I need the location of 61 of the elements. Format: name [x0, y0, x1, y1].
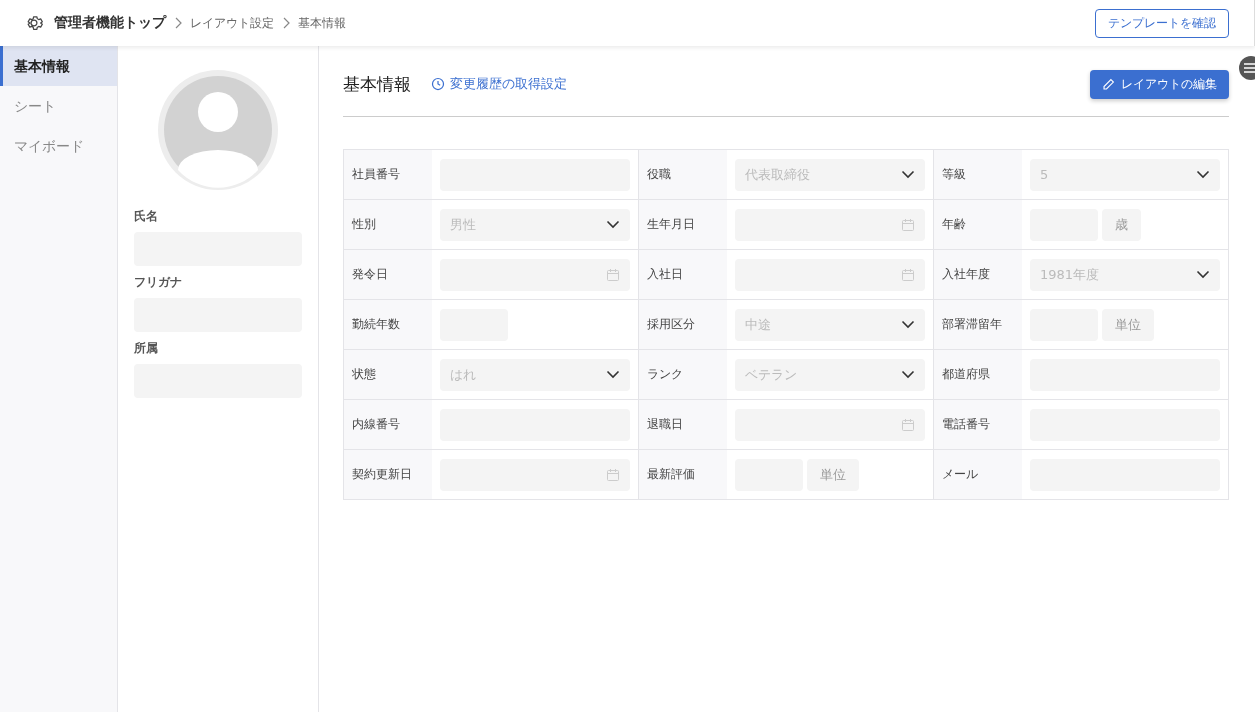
calendar-icon: [606, 467, 620, 482]
calendar-icon: [606, 267, 620, 282]
field-label: メール: [934, 450, 1022, 499]
date-field[interactable]: [440, 258, 630, 291]
sidebar-item[interactable]: 基本情報: [0, 46, 117, 86]
field-label: ランク: [639, 350, 727, 399]
field-label: フリガナ: [134, 274, 183, 291]
template-button[interactable]: テンプレートを確認: [1095, 8, 1229, 38]
field-label: 退職日: [639, 400, 727, 449]
chevron-down-icon: [901, 370, 915, 379]
chevron-down-icon: [901, 320, 915, 329]
field-label: 状態: [344, 350, 432, 399]
unit-label: 歳: [1102, 208, 1141, 241]
field-label: 内線番号: [344, 400, 432, 449]
calendar-icon: [901, 267, 915, 282]
field-label: 役職: [639, 150, 727, 199]
sidebar-item[interactable]: マイボード: [0, 126, 117, 166]
chevron-down-icon: [1196, 170, 1210, 179]
date-field[interactable]: [735, 258, 925, 291]
unit-label: 単位: [1102, 308, 1154, 341]
select-field[interactable]: 1981年度: [1030, 258, 1220, 291]
field-label: 部署滞留年: [934, 300, 1022, 349]
chevron-right-icon: [174, 17, 182, 29]
calendar-icon: [901, 417, 915, 432]
date-field[interactable]: [735, 408, 925, 441]
field-label: 採用区分: [639, 300, 727, 349]
breadcrumb-current: 基本情報: [298, 14, 346, 32]
field-label: 生年月日: [639, 200, 727, 249]
chevron-down-icon: [1196, 270, 1210, 279]
breadcrumb-link[interactable]: 管理者機能トップ: [54, 14, 166, 32]
field-label: 氏名: [134, 208, 159, 225]
edit-layout-button[interactable]: レイアウトの編集: [1090, 69, 1229, 99]
field-label: 電話番号: [934, 400, 1022, 449]
chevron-right-icon: [282, 17, 290, 29]
calendar-icon: [901, 217, 915, 232]
field-label: 社員番号: [344, 150, 432, 199]
date-field[interactable]: [440, 458, 630, 491]
history-settings-link[interactable]: 変更履歴の取得設定: [431, 75, 567, 93]
pencil-icon: [1102, 77, 1115, 91]
field-label: 契約更新日: [344, 450, 432, 499]
date-field[interactable]: [735, 208, 925, 241]
field-label: 年齢: [934, 200, 1022, 249]
field-label: 性別: [344, 200, 432, 249]
chevron-down-icon: [606, 220, 620, 229]
section-title: 基本情報: [343, 72, 411, 96]
select-field[interactable]: 5: [1030, 158, 1220, 191]
field-label: 勤続年数: [344, 300, 432, 349]
field-label: 等級: [934, 150, 1022, 199]
select-field[interactable]: はれ: [440, 358, 630, 391]
clock-icon: [431, 77, 445, 91]
field-label: 入社年度: [934, 250, 1022, 299]
breadcrumb-link[interactable]: レイアウト設定: [190, 14, 274, 32]
chevron-down-icon: [606, 370, 620, 379]
sidebar-item[interactable]: シート: [0, 86, 117, 126]
field-label: 発令日: [344, 250, 432, 299]
field-label: 最新評価: [639, 450, 727, 499]
field-label: 所属: [134, 340, 159, 357]
field-label: 都道府県: [934, 350, 1022, 399]
chevron-down-icon: [901, 170, 915, 179]
unit-label: 単位: [807, 458, 859, 491]
field-label: 入社日: [639, 250, 727, 299]
